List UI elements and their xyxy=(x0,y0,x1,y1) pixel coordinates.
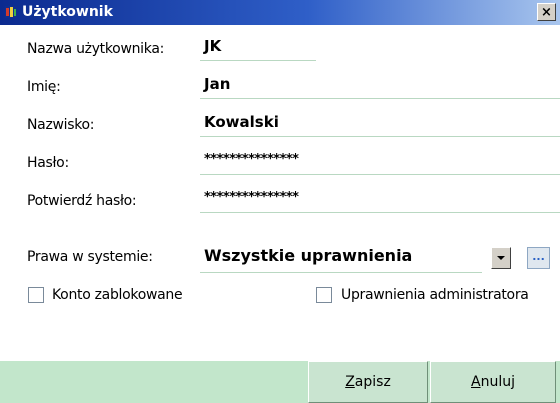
account-locked-checkbox[interactable] xyxy=(28,287,44,303)
account-locked-label: Konto zablokowane xyxy=(52,287,183,303)
admin-rights-checkbox[interactable] xyxy=(316,287,332,303)
app-icon xyxy=(5,6,17,18)
first-name-label: Imię: xyxy=(27,79,61,95)
close-icon: × xyxy=(541,4,552,20)
password-label: Hasło: xyxy=(27,155,69,171)
user-form: Nazwa użytkownika: JK Imię: Jan Nazwisko… xyxy=(0,25,560,361)
rights-dropdown-button[interactable] xyxy=(491,247,511,269)
cancel-button[interactable]: Anuluj xyxy=(430,361,556,403)
password-field[interactable]: *************** xyxy=(200,147,560,175)
password-confirm-field[interactable]: *************** xyxy=(200,185,560,213)
cancel-accel: A xyxy=(471,374,481,390)
last-name-label: Nazwisko: xyxy=(27,117,95,133)
rights-more-button[interactable]: ... xyxy=(527,247,550,269)
rights-underline xyxy=(200,272,482,273)
close-button[interactable]: × xyxy=(537,3,556,21)
save-accel: Z xyxy=(345,374,355,390)
rights-select[interactable]: Wszystkie uprawnienia xyxy=(204,246,412,265)
last-name-field[interactable]: Kowalski xyxy=(200,109,560,137)
first-name-field[interactable]: Jan xyxy=(200,71,560,99)
cancel-label: nuluj xyxy=(480,374,515,390)
username-field[interactable]: JK xyxy=(200,33,316,61)
rights-label: Prawa w systemie: xyxy=(27,249,153,265)
title-bar: Użytkownik × xyxy=(0,0,560,25)
window-title: Użytkownik xyxy=(22,4,113,20)
save-button[interactable]: Zapisz xyxy=(308,361,428,403)
username-label: Nazwa użytkownika: xyxy=(27,41,165,57)
password-confirm-label: Potwierdź hasło: xyxy=(27,193,137,209)
admin-rights-label: Uprawnienia administratora xyxy=(341,287,529,303)
save-label: apisz xyxy=(354,374,391,390)
